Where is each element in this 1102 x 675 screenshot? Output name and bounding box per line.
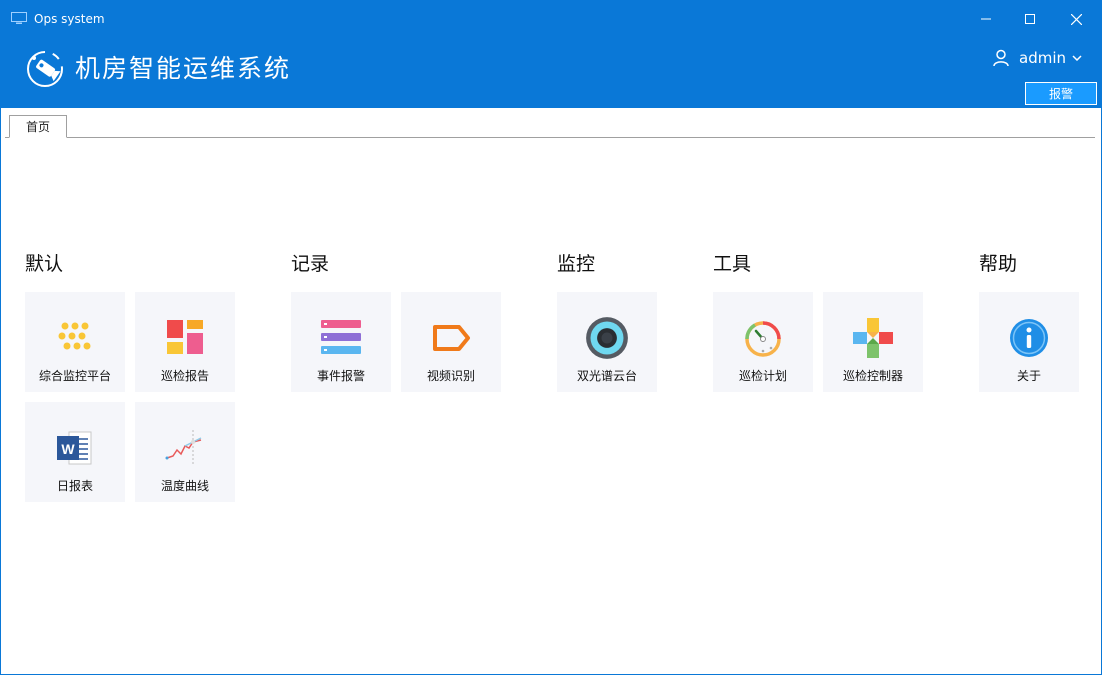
close-button[interactable]: [1053, 1, 1099, 37]
tab-home[interactable]: 首页: [9, 115, 67, 138]
camera-logo-icon: [27, 51, 63, 87]
tile-daily-report[interactable]: W 日报表: [25, 402, 125, 502]
tile-video-recognition[interactable]: 视频识别: [401, 292, 501, 392]
user-icon: [993, 49, 1009, 67]
minimize-button[interactable]: [963, 1, 1009, 37]
section-title-tools: 工具: [713, 253, 752, 275]
tile-about[interactable]: 关于: [979, 292, 1079, 392]
tag-outline-icon: [433, 325, 470, 351]
tile-event-alarm[interactable]: 事件报警: [291, 292, 391, 392]
user-menu[interactable]: admin: [993, 47, 1082, 69]
gamepad-cross-icon: [853, 318, 893, 358]
clock-plan-icon: [745, 321, 781, 357]
app-name: 机房智能运维系统: [75, 54, 292, 83]
tile-temperature-curve[interactable]: 温度曲线: [135, 402, 235, 502]
tile-inspection-report[interactable]: 巡检报告: [135, 292, 235, 392]
tab-strip: 首页: [5, 108, 1095, 138]
tile-inspection-plan[interactable]: 巡检计划: [713, 292, 813, 392]
monitor-icon: [11, 12, 27, 24]
tile-label: 关于: [1016, 369, 1041, 383]
maximize-button[interactable]: [1007, 1, 1053, 37]
chevron-down-icon: [1072, 55, 1082, 61]
report-blocks-icon: [167, 320, 203, 354]
line-chart-icon: [165, 430, 202, 466]
alarm-button[interactable]: 报警: [1025, 82, 1097, 105]
tile-dual-spectrum-ptz[interactable]: 双光谱云台: [557, 292, 657, 392]
svg-text:W: W: [61, 441, 75, 457]
tile-monitoring-platform[interactable]: 综合监控平台: [25, 292, 125, 392]
section-title-monitoring: 监控: [557, 253, 596, 275]
username: admin: [1019, 49, 1066, 67]
tile-label: 巡检控制器: [842, 369, 903, 383]
close-icon: [1070, 13, 1082, 25]
tile-label: 视频识别: [426, 369, 475, 383]
tile-label: 温度曲线: [160, 479, 209, 493]
tile-label: 日报表: [56, 479, 93, 493]
event-list-icon: [321, 320, 361, 354]
info-circle-icon: [1010, 319, 1048, 357]
tile-label: 综合监控平台: [38, 369, 111, 383]
title-bar[interactable]: Ops system: [1, 1, 1101, 37]
dots-grid-icon: [58, 322, 91, 350]
word-document-icon: W: [57, 431, 92, 465]
minimize-icon: [981, 18, 991, 20]
window-title: Ops system: [34, 12, 105, 26]
section-title-help: 帮助: [979, 253, 1018, 275]
tile-inspection-controller[interactable]: 巡检控制器: [823, 292, 923, 392]
tile-label: 巡检报告: [160, 369, 209, 383]
section-title-default: 默认: [25, 253, 64, 275]
maximize-icon: [1025, 14, 1035, 24]
section-title-records: 记录: [291, 253, 330, 275]
tile-label: 巡检计划: [738, 369, 787, 383]
tile-label: 双光谱云台: [576, 369, 637, 383]
camera-lens-icon: [586, 317, 628, 359]
app-window: Ops system 机房智能运维系统 admin 报警 首页 默认 记录 监控…: [0, 0, 1102, 675]
tile-label: 事件报警: [316, 369, 365, 383]
header: Ops system 机房智能运维系统 admin 报警: [1, 1, 1101, 108]
